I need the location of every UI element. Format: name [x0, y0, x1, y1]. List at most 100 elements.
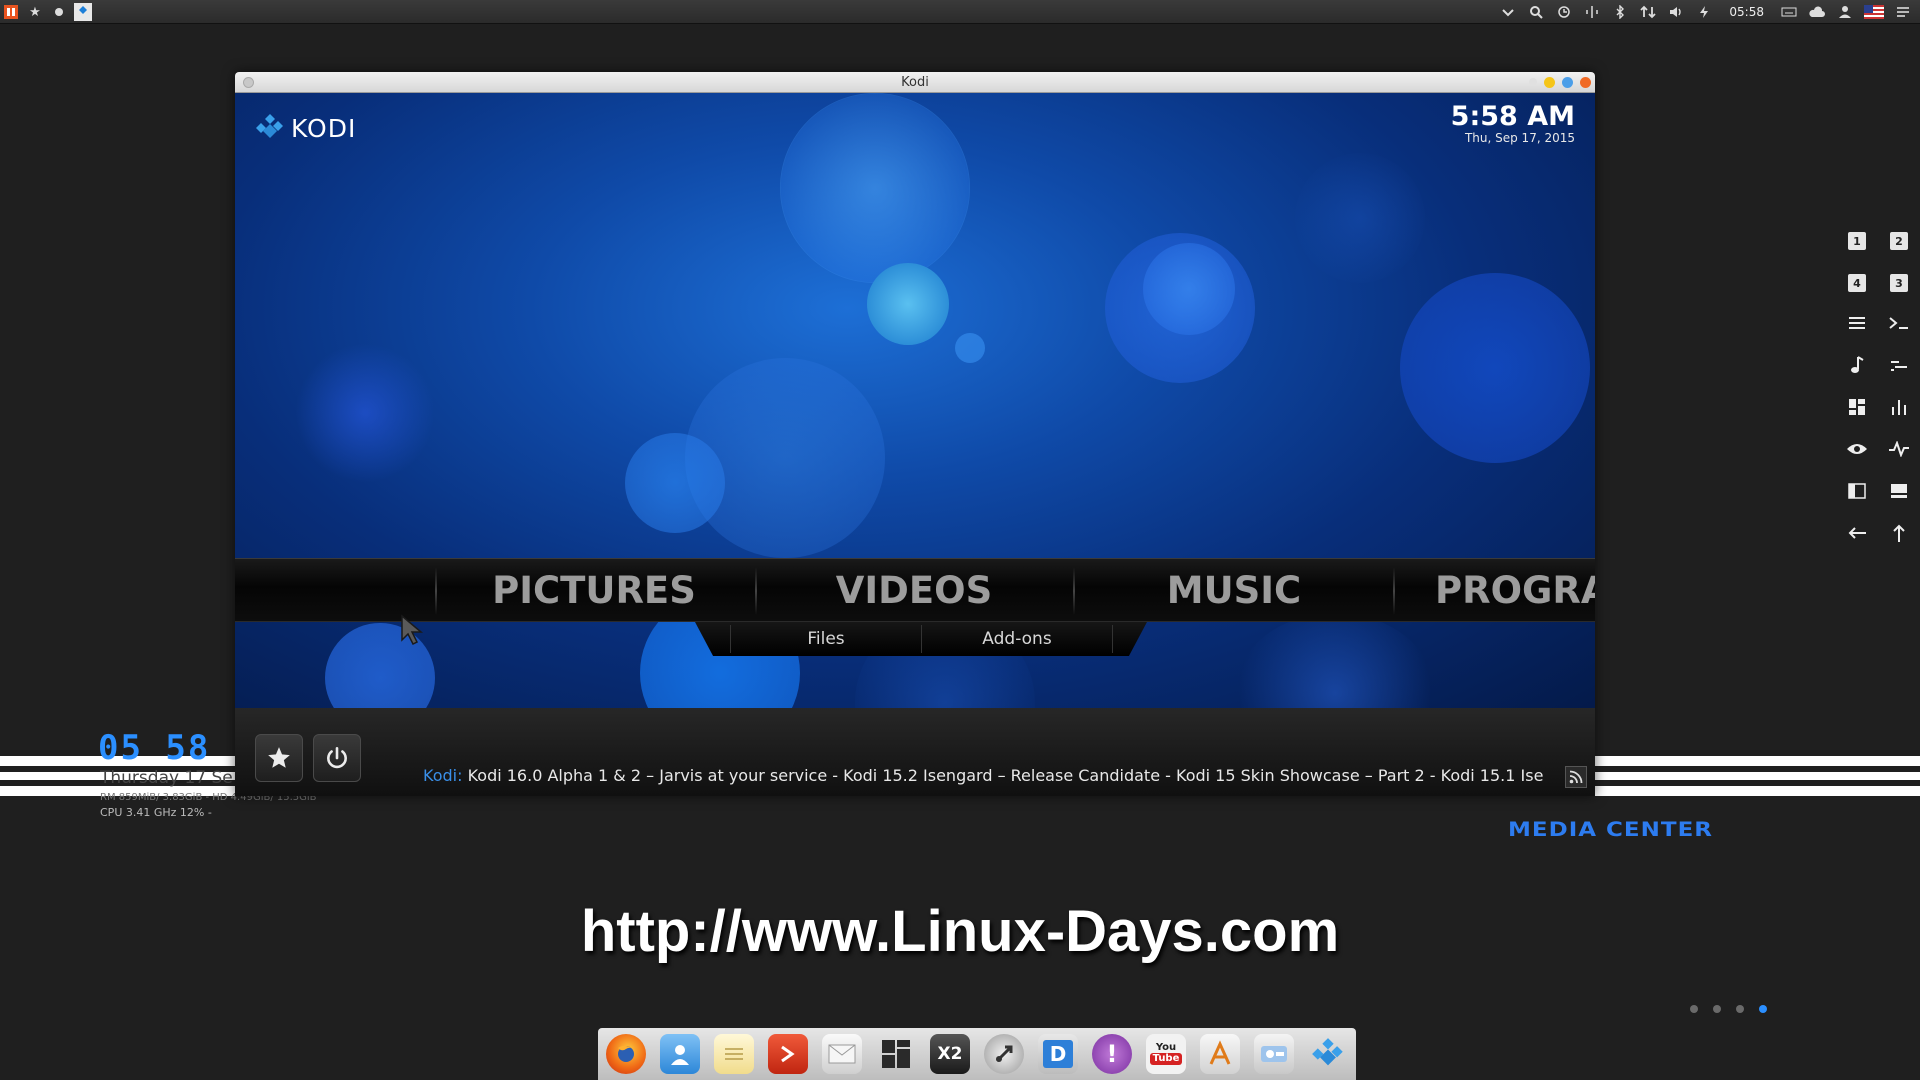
- terminal-icon[interactable]: [768, 1034, 808, 1074]
- contacts-icon[interactable]: [660, 1034, 700, 1074]
- terminal-icon[interactable]: [1888, 312, 1910, 334]
- dot-icon[interactable]: [50, 3, 68, 21]
- top-panel: ★ 05:58: [0, 0, 1920, 24]
- rss-ticker-text: Kodi 16.0 Alpha 1 & 2 – Jarvis at your s…: [467, 766, 1544, 785]
- menu-item-videos[interactable]: VIDEOS: [755, 559, 1073, 623]
- window-title: Kodi: [901, 75, 929, 90]
- youtube-icon[interactable]: You Tube: [1146, 1034, 1186, 1074]
- workspace-4-button[interactable]: 4: [1848, 274, 1866, 292]
- arrow-left-icon[interactable]: [1846, 522, 1868, 544]
- submenu-item-files[interactable]: Files: [731, 622, 921, 656]
- kodi-submenu: Files Add-ons: [695, 622, 1147, 656]
- kodi-bottom-bar: Kodi: Kodi 16.0 Alpha 1 & 2 – Jarvis at …: [235, 708, 1595, 796]
- power-icon: [327, 746, 347, 769]
- power-button[interactable]: [313, 734, 361, 782]
- media-center-label: MEDIA CENTER: [1508, 818, 1714, 842]
- pager-dot[interactable]: [1736, 1005, 1744, 1013]
- bar-chart-icon[interactable]: [1888, 396, 1910, 418]
- panel-clock[interactable]: 05:58: [1729, 5, 1764, 19]
- activity-icon[interactable]: [1888, 438, 1910, 460]
- workspace-icon[interactable]: [876, 1034, 916, 1074]
- window-maximize-button[interactable]: [1562, 77, 1573, 88]
- eye-icon[interactable]: [1846, 438, 1868, 460]
- window-minimize-button[interactable]: [1544, 77, 1555, 88]
- transfer-icon[interactable]: [1639, 3, 1657, 21]
- bokeh-bubble: [295, 343, 435, 483]
- top-panel-right: 05:58: [1499, 0, 1912, 24]
- kodi-main-menu: PICTURES VIDEOS MUSIC PROGRA: [235, 558, 1595, 622]
- user-icon[interactable]: [1836, 3, 1854, 21]
- top-panel-left: ★: [2, 0, 92, 24]
- star-icon: [268, 747, 290, 768]
- favourites-button[interactable]: [255, 734, 303, 782]
- power-icon[interactable]: [1695, 3, 1713, 21]
- panel-layout-icon[interactable]: [1888, 480, 1910, 502]
- pager-dot-active[interactable]: [1759, 1005, 1767, 1013]
- app-store-icon[interactable]: [1200, 1034, 1240, 1074]
- window-titlebar[interactable]: Kodi: [235, 72, 1595, 93]
- rss-button[interactable]: [1565, 766, 1587, 788]
- submenu-item-addons[interactable]: Add-ons: [922, 622, 1112, 656]
- chevron-down-icon[interactable]: [1499, 3, 1517, 21]
- dock: X2 D ! You Tube: [598, 1028, 1356, 1080]
- window-close-button[interactable]: [1580, 77, 1591, 88]
- dashboard-icon[interactable]: [1846, 396, 1868, 418]
- conky-date: Thursday 17 Se: [100, 768, 233, 788]
- kodi-icon[interactable]: [74, 3, 92, 21]
- settings-icon[interactable]: [1254, 1034, 1294, 1074]
- x2-label: X2: [937, 1044, 963, 1064]
- workspace-1-button[interactable]: 1: [1848, 232, 1866, 250]
- firefox-icon[interactable]: [606, 1034, 646, 1074]
- bokeh-bubble: [1143, 243, 1235, 335]
- sidebar-layout-icon[interactable]: [1846, 480, 1868, 502]
- menu-item-pictures[interactable]: PICTURES: [435, 559, 753, 623]
- rss-ticker-source: Kodi:: [423, 766, 463, 785]
- kodi-clock-time: 5:58 AM: [1450, 101, 1575, 132]
- notes-icon[interactable]: [714, 1034, 754, 1074]
- us-flag-icon[interactable]: [1864, 5, 1884, 19]
- kodi-clock-date: Thu, Sep 17, 2015: [1464, 131, 1575, 145]
- bokeh-bubble: [780, 93, 970, 283]
- list-icon[interactable]: [1846, 312, 1868, 334]
- website-url-label: http://www.Linux-Days.com: [580, 899, 1340, 964]
- kodi-icon[interactable]: [1308, 1034, 1348, 1074]
- music-note-icon[interactable]: [1846, 354, 1868, 376]
- arrow-up-icon[interactable]: [1888, 522, 1910, 544]
- rss-ticker[interactable]: Kodi: Kodi 16.0 Alpha 1 & 2 – Jarvis at …: [423, 766, 1559, 788]
- dictionary-icon[interactable]: D: [1038, 1034, 1078, 1074]
- conky-clock: 05 58: [98, 728, 211, 768]
- mouse-cursor-icon: [401, 614, 424, 646]
- conky-cpu: CPU 3.41 GHz 12% -: [100, 806, 212, 819]
- keyboard-icon[interactable]: [1780, 3, 1798, 21]
- workspace-3-button[interactable]: 3: [1890, 274, 1908, 292]
- menu-item-programs[interactable]: PROGRA: [1435, 559, 1595, 623]
- dictionary-label: D: [1042, 1040, 1074, 1068]
- menu-icon[interactable]: [1894, 3, 1912, 21]
- menu-item-music[interactable]: MUSIC: [1075, 559, 1393, 623]
- bokeh-bubble: [625, 433, 725, 533]
- search-icon[interactable]: [1527, 3, 1545, 21]
- history-icon[interactable]: [1555, 3, 1573, 21]
- youtube-label-bottom: Tube: [1149, 1053, 1183, 1065]
- bluetooth-icon[interactable]: [1611, 3, 1629, 21]
- cloud-icon[interactable]: [1808, 3, 1826, 21]
- pager-dot[interactable]: [1713, 1005, 1721, 1013]
- workspace-pager: [1690, 1005, 1767, 1013]
- star-icon[interactable]: ★: [26, 3, 44, 21]
- sliders-icon[interactable]: [1888, 354, 1910, 376]
- window-pin-button[interactable]: [1529, 78, 1537, 86]
- x2-icon[interactable]: X2: [930, 1034, 970, 1074]
- workspace-2-button[interactable]: 2: [1890, 232, 1908, 250]
- ubuntu-logo-icon[interactable]: [2, 3, 20, 21]
- pidgin-icon[interactable]: !: [1092, 1034, 1132, 1074]
- pager-dot[interactable]: [1690, 1005, 1698, 1013]
- bokeh-bubble: [867, 263, 949, 345]
- kodi-window[interactable]: Kodi KODI 5:58 AM Thu, Sep 17, 2015 PICT…: [235, 72, 1595, 796]
- kodi-logo[interactable]: KODI: [255, 113, 356, 143]
- bokeh-bubble: [955, 333, 985, 363]
- network-icon[interactable]: [1583, 3, 1601, 21]
- steam-icon[interactable]: [984, 1034, 1024, 1074]
- volume-icon[interactable]: [1667, 3, 1685, 21]
- kodi-logo-icon: [256, 114, 283, 138]
- mail-icon[interactable]: [822, 1034, 862, 1074]
